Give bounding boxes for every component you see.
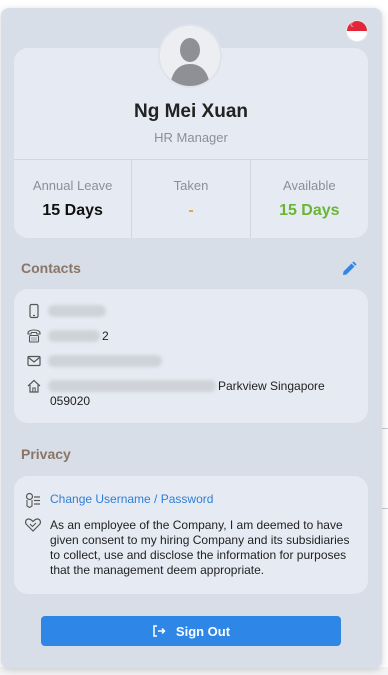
telephone-icon xyxy=(27,329,41,343)
leave-stats: Annual Leave 15 Days Taken - Available 1… xyxy=(14,159,368,238)
sign-out-icon xyxy=(153,625,166,637)
credentials-icon xyxy=(25,492,40,509)
address-line1: Parkview Singapore xyxy=(218,379,325,393)
annual-leave-label: Annual Leave xyxy=(32,178,113,193)
avatar xyxy=(160,26,220,86)
taken-value: - xyxy=(188,202,194,219)
contact-telephone: 2 xyxy=(26,328,109,344)
redacted-email xyxy=(48,355,162,367)
available-stat: Available 15 Days xyxy=(251,160,368,238)
edit-icon[interactable] xyxy=(340,260,358,278)
profile-name: Ng Mei Xuan xyxy=(133,101,248,122)
contact-mobile xyxy=(26,303,106,319)
change-username-password-link[interactable]: Change Username / Password xyxy=(50,492,213,506)
sign-out-label: Sign Out xyxy=(175,623,231,639)
telephone-suffix: 2 xyxy=(102,329,109,343)
available-label: Available xyxy=(283,178,336,193)
privacy-title: Privacy xyxy=(21,446,71,462)
address-line2: 059020 xyxy=(50,394,91,408)
mobile-phone-icon xyxy=(29,303,39,319)
contact-email xyxy=(26,353,162,369)
available-value: 15 Days xyxy=(279,202,340,219)
singapore-flag-icon[interactable]: ☾ xyxy=(346,20,368,42)
privacy-card: Change Username / Password As an employe… xyxy=(14,476,368,594)
sign-out-button[interactable]: Sign Out xyxy=(41,616,341,646)
taken-stat: Taken - xyxy=(132,160,251,238)
redacted-telephone xyxy=(48,330,100,342)
contacts-card: 2 Parkview Singapore 059020 xyxy=(14,289,368,423)
redacted-address xyxy=(48,380,216,392)
consent-text: As an employee of the Company, I am deem… xyxy=(50,518,350,577)
redacted-mobile xyxy=(48,305,106,317)
envelope-icon xyxy=(27,355,41,367)
annual-leave-value: 15 Days xyxy=(42,202,103,219)
annual-leave-stat: Annual Leave 15 Days xyxy=(14,160,133,238)
background-page xyxy=(0,667,388,675)
contact-address: Parkview Singapore xyxy=(26,378,325,394)
contacts-title: Contacts xyxy=(21,260,81,276)
home-icon xyxy=(27,379,41,393)
handshake-heart-icon xyxy=(24,518,42,532)
taken-label: Taken xyxy=(173,178,209,193)
profile-role: HR Manager xyxy=(154,130,228,145)
